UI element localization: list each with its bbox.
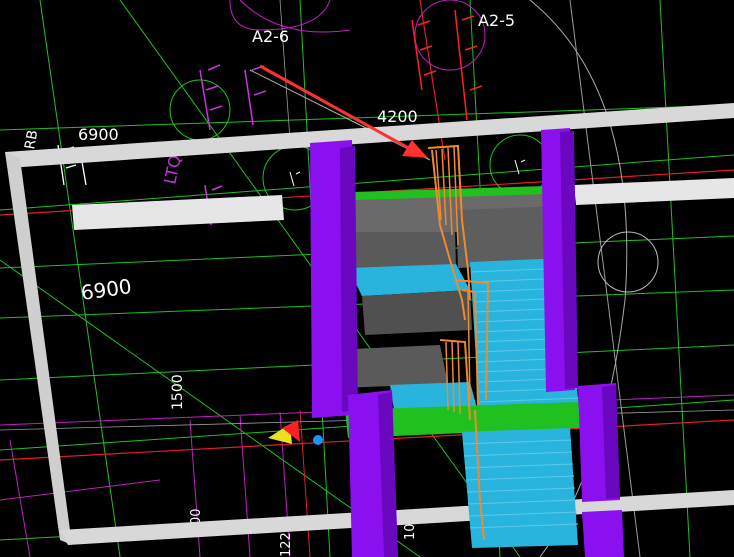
dimension-6900-top: 6900 — [78, 125, 119, 144]
cad-3d-viewport[interactable]: A2-6 A2-5 4200 6900 6900 1500 RB LTQ2 00… — [0, 0, 734, 557]
landing-mid — [362, 290, 472, 335]
column-front-right[interactable] — [578, 383, 624, 557]
grid-label-a2-5: A2-5 — [478, 11, 515, 30]
dimension-1500: 1500 — [170, 374, 186, 410]
dimension-4200: 4200 — [377, 107, 418, 126]
stair-model-scene[interactable]: A2-6 A2-5 4200 6900 6900 1500 RB LTQ2 00… — [0, 0, 734, 557]
landing-upper[interactable] — [340, 228, 456, 270]
column-front-left[interactable] — [348, 390, 398, 557]
label-bottom-122: 122 — [279, 532, 294, 557]
dimension-6900-mid: 6900 — [79, 274, 133, 305]
axis-gizmo-icon[interactable] — [268, 420, 323, 445]
column-back-left[interactable] — [310, 140, 358, 418]
label-rb: RB — [22, 129, 41, 151]
column-back-right[interactable] — [541, 128, 578, 392]
grid-label-a2-6: A2-6 — [252, 27, 289, 46]
